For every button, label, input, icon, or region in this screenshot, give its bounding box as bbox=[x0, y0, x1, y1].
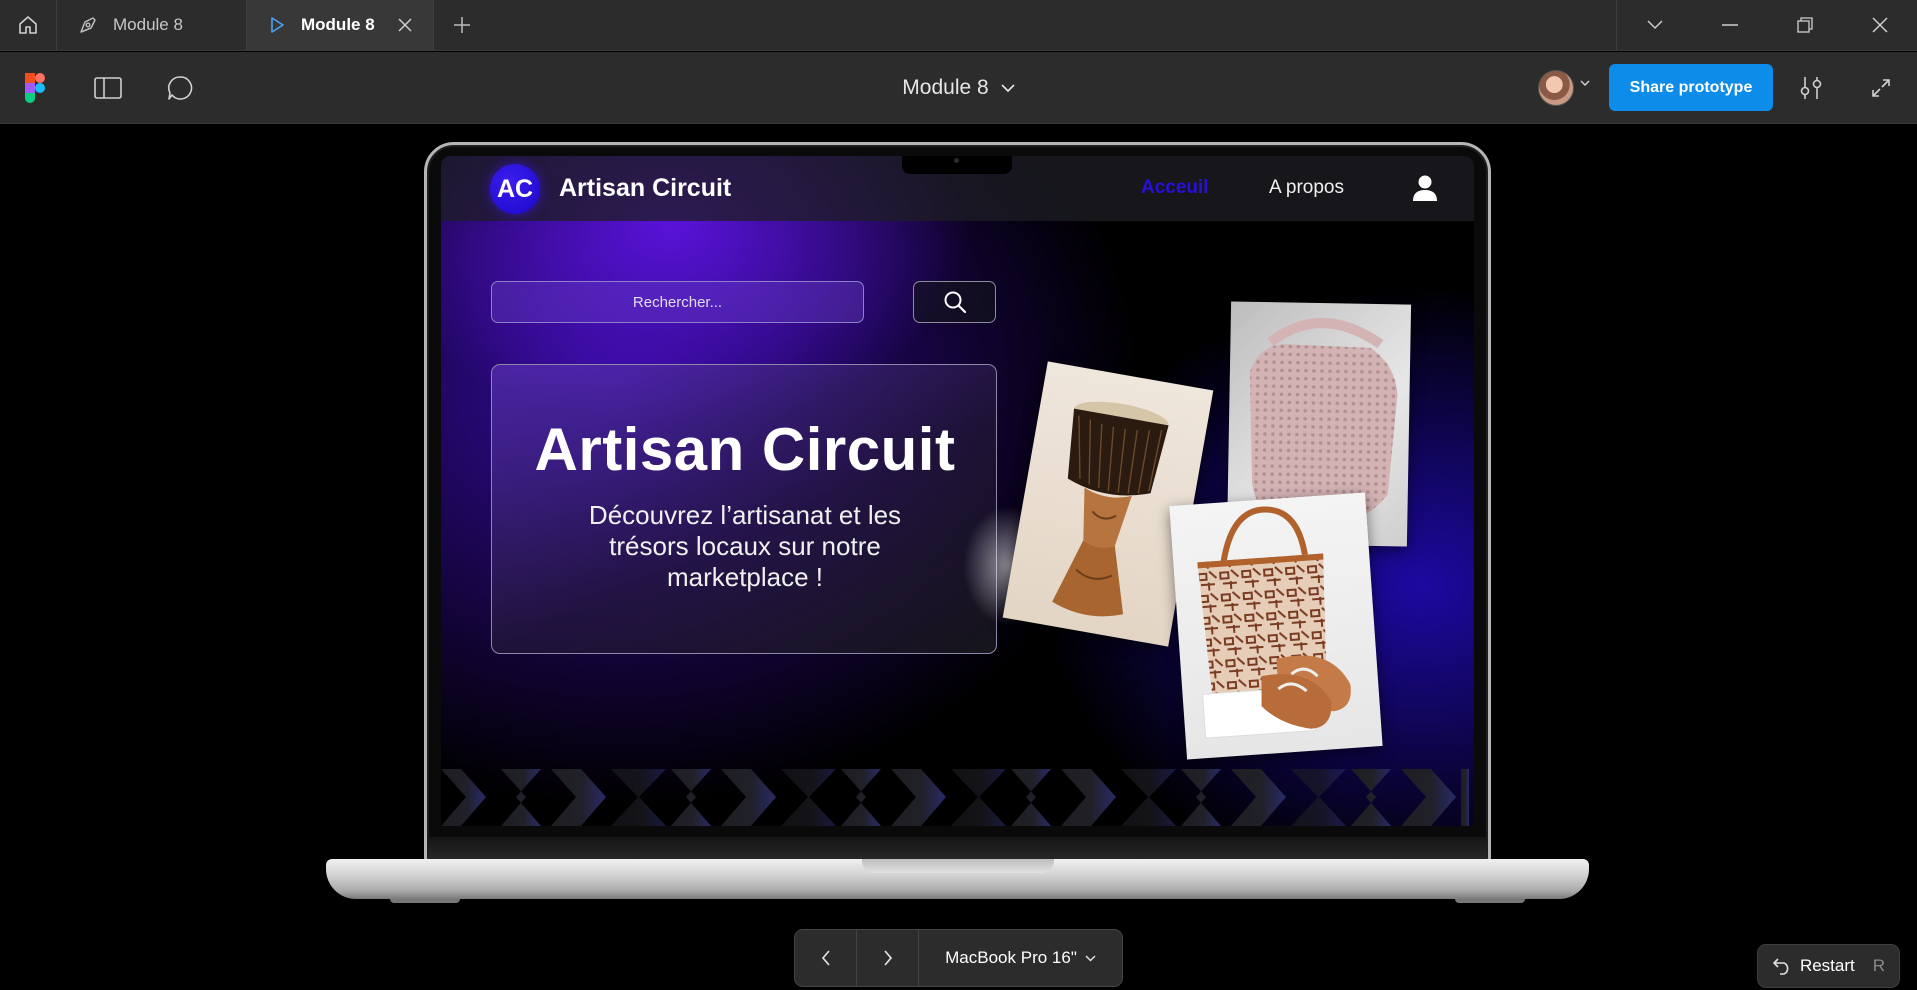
macbook-foot-left bbox=[390, 899, 460, 903]
hero-card: Artisan Circuit Découvrez l’artisanat et… bbox=[491, 364, 997, 654]
share-prototype-button[interactable]: Share prototype bbox=[1609, 64, 1773, 111]
design-file-icon bbox=[80, 17, 96, 33]
chevron-right-icon bbox=[883, 950, 892, 966]
site-logo[interactable]: AC bbox=[490, 164, 540, 214]
title-bar: Module 8 Module 8 bbox=[0, 0, 1917, 51]
comments-button[interactable] bbox=[164, 52, 196, 124]
figma-logo-icon bbox=[25, 73, 45, 103]
avatar-dropdown-icon[interactable] bbox=[1580, 80, 1590, 87]
restart-shortcut: R bbox=[1872, 956, 1886, 975]
minimize-button[interactable] bbox=[1692, 0, 1767, 50]
sliders-icon bbox=[1800, 77, 1822, 99]
restore-button[interactable] bbox=[1767, 0, 1842, 50]
chevron-down-icon bbox=[1646, 20, 1663, 30]
site-search-button[interactable] bbox=[913, 281, 996, 323]
close-icon bbox=[1871, 17, 1888, 33]
comment-icon bbox=[168, 76, 193, 100]
nav-link-a-propos[interactable]: A propos bbox=[1269, 177, 1344, 199]
prototype-toolbar: Module 8 Share prototype bbox=[0, 52, 1917, 124]
device-selector[interactable]: MacBook Pro 16" bbox=[919, 948, 1122, 968]
nav-link-accueil[interactable]: Acceuil bbox=[1141, 177, 1209, 199]
expand-icon bbox=[1872, 79, 1890, 97]
tote-and-sandals-image bbox=[1197, 506, 1351, 739]
close-tab-icon[interactable] bbox=[397, 17, 413, 33]
tab-label: Module 8 bbox=[113, 15, 183, 34]
main-menu-button[interactable] bbox=[20, 52, 50, 124]
previous-frame-button[interactable] bbox=[795, 929, 857, 987]
next-frame-button[interactable] bbox=[857, 929, 919, 987]
minimize-icon bbox=[1721, 24, 1738, 26]
restore-window-icon bbox=[1796, 17, 1813, 33]
titlebar-spacer bbox=[490, 0, 1616, 50]
hero-subtitle: Découvrez l’artisanat et les trésors loc… bbox=[588, 500, 902, 592]
macbook-lid-notch bbox=[862, 859, 1054, 873]
prototype-screen: AC Artisan Circuit Acceuil A propos Arti… bbox=[441, 156, 1474, 826]
decorative-chevron-pattern bbox=[441, 769, 1469, 826]
toggle-sidebar-button[interactable] bbox=[90, 52, 126, 124]
user-avatar[interactable] bbox=[1538, 70, 1574, 106]
search-icon bbox=[944, 291, 966, 314]
macbook-foot-right bbox=[1455, 899, 1525, 903]
chevron-down-icon bbox=[1085, 954, 1096, 962]
product-photo-tote-and-sandals[interactable] bbox=[1169, 492, 1383, 760]
fullscreen-button[interactable] bbox=[1868, 52, 1894, 124]
camera-notch bbox=[902, 156, 1012, 174]
restart-icon bbox=[1773, 958, 1789, 975]
tab-module-8-prototype[interactable]: Module 8 bbox=[247, 0, 434, 50]
play-icon bbox=[271, 17, 284, 33]
sidebar-icon bbox=[94, 77, 122, 99]
tab-label: Module 8 bbox=[301, 15, 375, 34]
device-label: MacBook Pro 16" bbox=[945, 948, 1077, 967]
plus-icon bbox=[454, 17, 470, 33]
hero-title: Artisan Circuit bbox=[534, 416, 956, 483]
close-window-button[interactable] bbox=[1842, 0, 1917, 50]
window-controls bbox=[1616, 0, 1917, 50]
home-icon bbox=[19, 16, 37, 34]
site-brand-name[interactable]: Artisan Circuit bbox=[559, 174, 731, 203]
site-search-input[interactable] bbox=[491, 281, 864, 323]
home-button[interactable] bbox=[0, 0, 57, 50]
user-account-icon[interactable] bbox=[1412, 174, 1438, 202]
restart-button[interactable]: Restart R bbox=[1757, 944, 1900, 988]
chevron-down-icon[interactable] bbox=[1001, 83, 1015, 93]
prototype-stage: AC Artisan Circuit Acceuil A propos Arti… bbox=[0, 125, 1917, 990]
chevron-left-icon bbox=[821, 950, 830, 966]
tab-module-8-design[interactable]: Module 8 bbox=[57, 0, 247, 50]
new-tab-button[interactable] bbox=[434, 0, 490, 50]
restart-label: Restart bbox=[1799, 956, 1855, 975]
prototype-settings-button[interactable] bbox=[1796, 52, 1826, 124]
document-title-label[interactable]: Module 8 bbox=[902, 76, 988, 100]
prototype-navigation-bar: MacBook Pro 16" bbox=[794, 929, 1123, 987]
tabs-dropdown-button[interactable] bbox=[1617, 0, 1692, 50]
